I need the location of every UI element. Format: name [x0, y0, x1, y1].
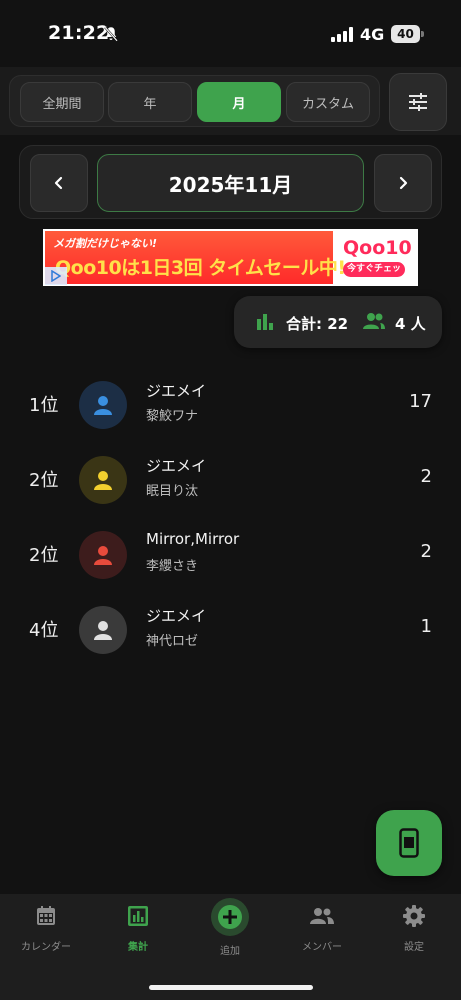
nav-members[interactable]: メンバー	[276, 904, 368, 964]
group-icon	[310, 908, 334, 924]
rank-position: 2位	[29, 470, 59, 491]
ranking-row[interactable]: 4位 ジエメイ 神代ロゼ 1	[0, 592, 461, 667]
nav-label: メンバー	[302, 942, 342, 953]
ranking-row[interactable]: 1位 ジエメイ 黎鮫ワナ 17	[0, 367, 461, 442]
rank-position: 4位	[29, 620, 59, 641]
member-name: Mirror,Mirror	[146, 530, 240, 548]
summary-pill: 合計: 22 4 人	[234, 296, 442, 348]
next-month-button[interactable]	[374, 154, 432, 212]
battery-level: 40	[391, 25, 420, 43]
member-subtitle: 眠目り汰	[146, 484, 199, 499]
member-count: 2	[420, 466, 432, 487]
calendar-icon	[37, 906, 55, 925]
ad-choices-icon[interactable]	[45, 267, 67, 285]
tab-all-period[interactable]: 全期間	[20, 82, 104, 122]
avatar	[79, 381, 127, 429]
ranking-row[interactable]: 2位 Mirror,Mirror 李纓さき 2	[0, 517, 461, 592]
summary-total: 合計: 22	[286, 315, 349, 333]
rank-position: 2位	[29, 545, 59, 566]
ranking-row[interactable]: 2位 ジエメイ 眠目り汰 2	[0, 442, 461, 517]
status-time: 21:22	[48, 22, 110, 44]
member-count: 2	[420, 541, 432, 562]
nav-label: 集計	[128, 942, 148, 953]
person-icon	[94, 471, 112, 490]
member-name: ジエメイ	[146, 607, 207, 625]
person-icon	[94, 621, 112, 640]
ad-tagline: メガ割だけじゃない!	[53, 237, 158, 250]
prev-month-button[interactable]	[30, 154, 88, 212]
network-label: 4G	[360, 25, 385, 44]
person-icon	[94, 396, 112, 415]
nav-settings[interactable]: 設定	[368, 904, 460, 964]
status-bar: 21:22 4G 40	[0, 0, 461, 68]
member-count: 17	[409, 391, 432, 412]
nav-label: カレンダー	[21, 942, 71, 953]
add-circle-icon	[211, 898, 249, 936]
signal-icon	[331, 27, 353, 42]
ad-cta-button[interactable]: 今すぐチェック	[343, 262, 405, 286]
sliders-icon	[409, 93, 427, 111]
ad-headline: Qoo10は1日3回 タイムセール中!	[55, 257, 346, 279]
month-navigator: 2025年11月	[19, 145, 442, 219]
tab-year[interactable]: 年	[108, 82, 192, 122]
avatar	[79, 606, 127, 654]
nav-label: 追加	[220, 946, 240, 957]
rank-position: 1位	[29, 395, 59, 416]
filter-button[interactable]	[389, 73, 447, 131]
current-month-label[interactable]: 2025年11月	[97, 154, 364, 212]
ad-creative: メガ割だけじゃない! Qoo10は1日3回 タイムセール中!	[45, 231, 346, 284]
member-subtitle: 李纓さき	[146, 559, 199, 574]
nav-calendar[interactable]: カレンダー	[0, 904, 92, 964]
battery-icon: 40	[391, 25, 424, 43]
nav-label: 設定	[404, 942, 424, 953]
tab-month[interactable]: 月	[197, 82, 281, 122]
bar-chart-icon	[128, 906, 148, 926]
member-name: ジエメイ	[146, 382, 207, 400]
gear-icon	[403, 905, 425, 927]
period-panel: 全期間 年 月 カスタム	[0, 67, 461, 135]
ad-banner[interactable]: メガ割だけじゃない! Qoo10は1日3回 タイムセール中! Qoo10 今すぐ…	[43, 229, 418, 286]
group-icon	[363, 313, 385, 329]
nav-add[interactable]: 追加	[184, 898, 276, 964]
nav-summary[interactable]: 集計	[92, 904, 184, 964]
person-icon	[94, 546, 112, 565]
avatar	[79, 531, 127, 579]
period-segmented-control: 全期間 年 月 カスタム	[9, 75, 380, 127]
bell-muted-icon	[104, 26, 118, 42]
bar-chart-icon	[257, 314, 273, 330]
tab-custom[interactable]: カスタム	[286, 82, 370, 122]
summary-people: 4 人	[395, 315, 426, 333]
phone-icon	[399, 828, 419, 858]
avatar	[79, 456, 127, 504]
member-name: ジエメイ	[146, 457, 207, 475]
chevron-right-icon	[399, 176, 408, 190]
chevron-left-icon	[54, 176, 63, 190]
member-subtitle: 神代ロゼ	[146, 634, 199, 649]
home-indicator	[149, 985, 313, 990]
member-subtitle: 黎鮫ワナ	[146, 409, 199, 424]
member-count: 1	[420, 616, 432, 637]
ad-brand: Qoo10	[343, 237, 412, 259]
share-screen-button[interactable]	[376, 810, 442, 876]
